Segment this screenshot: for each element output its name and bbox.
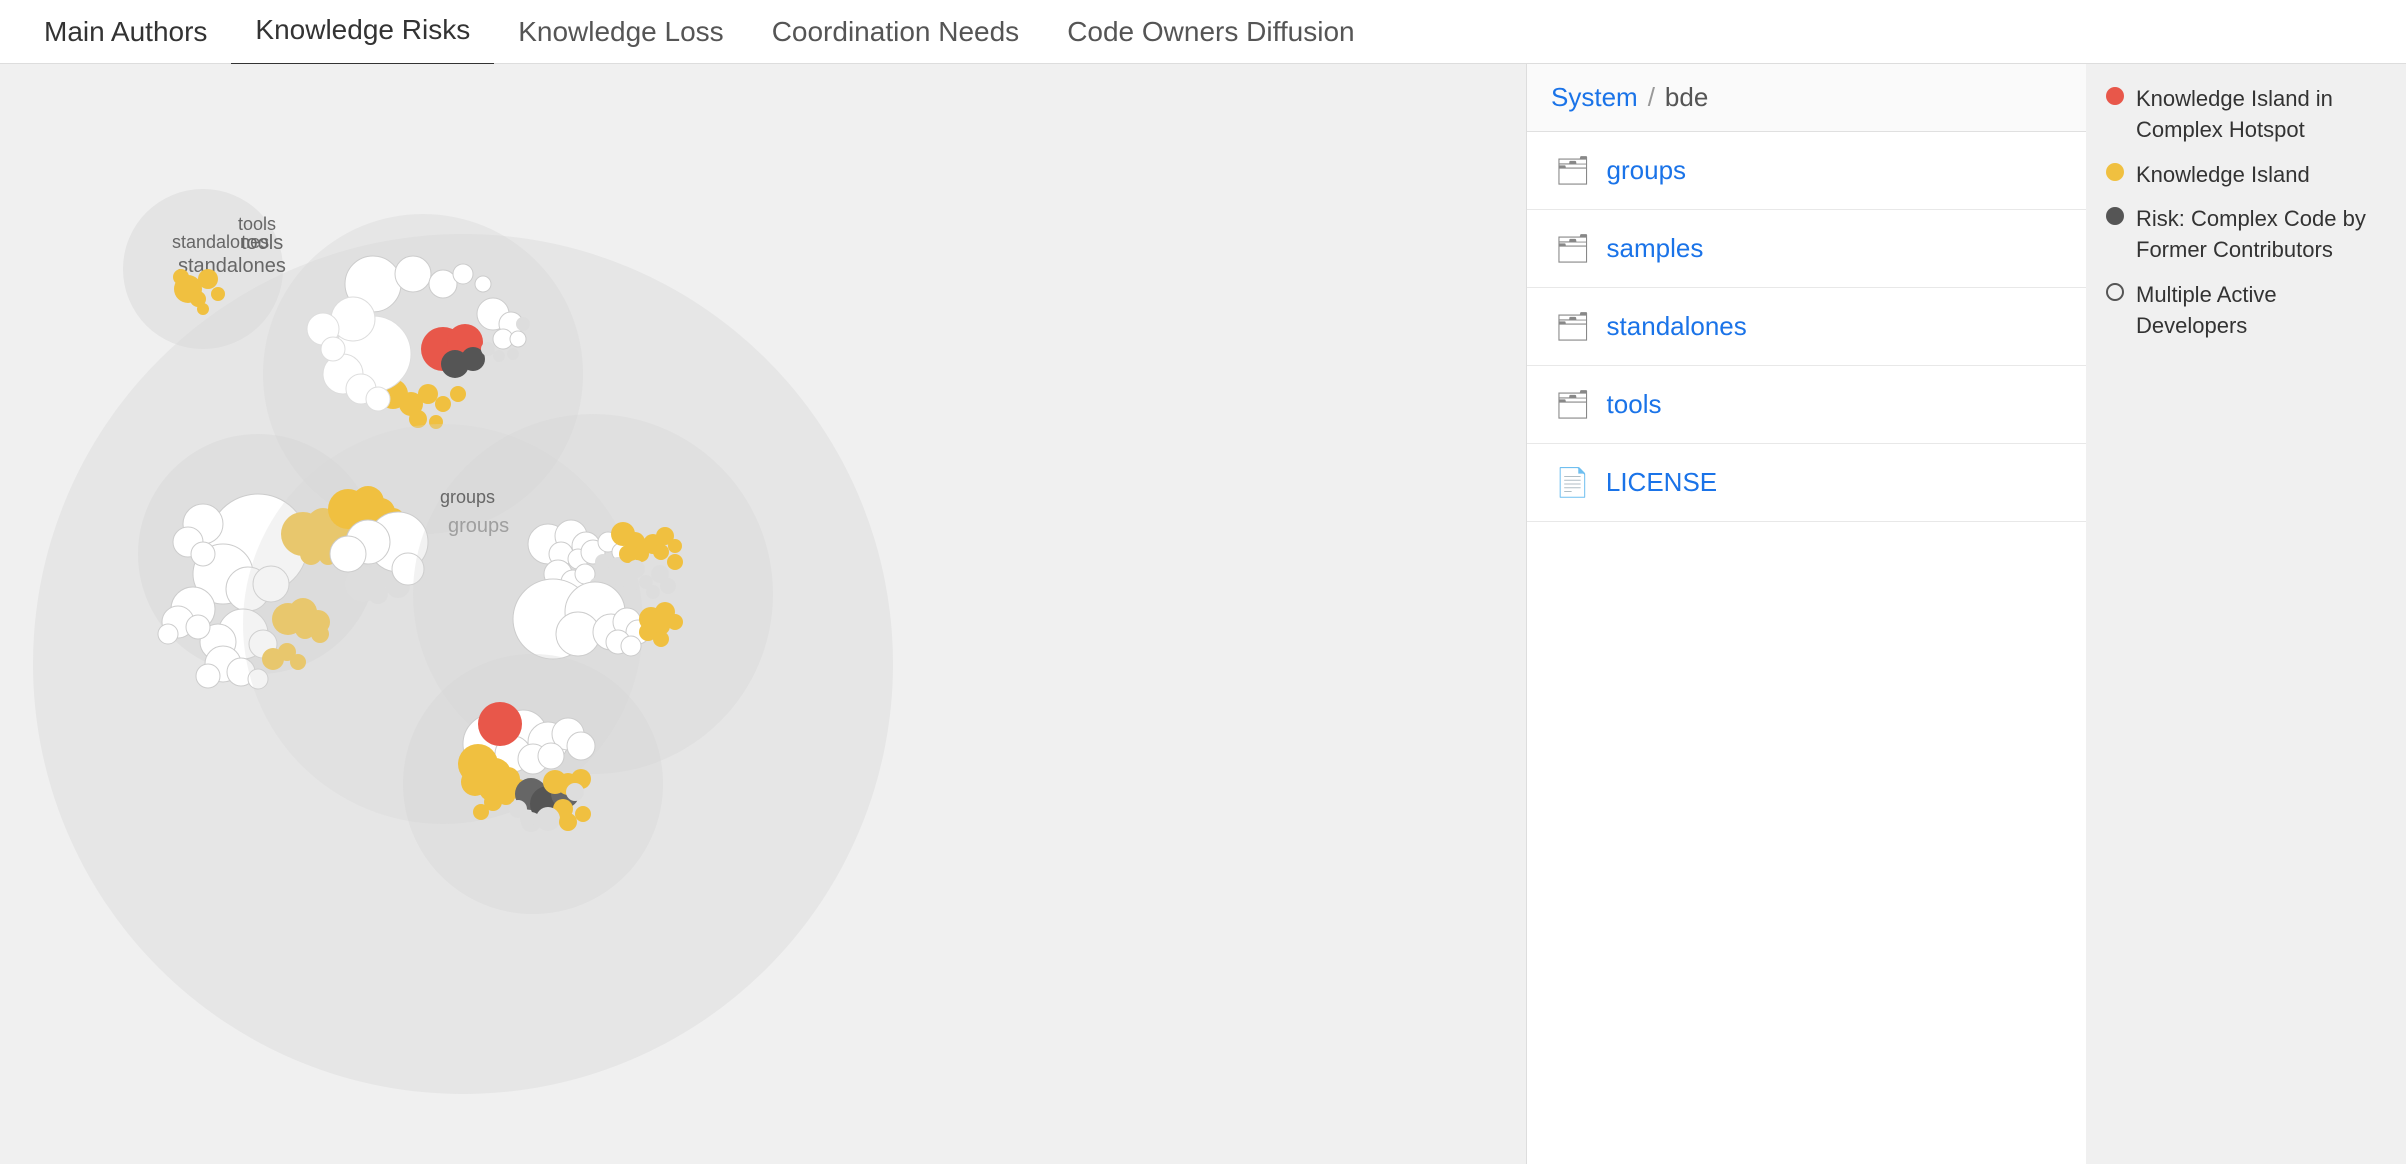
- file-item-samples[interactable]: 🗂 samples: [1527, 210, 2086, 288]
- tab-knowledge-loss[interactable]: Knowledge Loss: [494, 0, 747, 68]
- breadcrumb: System / bde: [1527, 64, 2086, 132]
- legend-item-risk-complex: Risk: Complex Code by Former Contributor…: [2106, 204, 2386, 266]
- legend-label: Knowledge Island: [2136, 160, 2310, 191]
- file-item-groups[interactable]: 🗂 groups: [1527, 132, 2086, 210]
- main-content: tools standalones: [0, 64, 2406, 1164]
- file-name: tools: [1607, 389, 1662, 420]
- document-icon: 📄: [1555, 466, 1590, 499]
- standalones-label: standalones: [172, 232, 269, 253]
- folder-icon: 🗂: [1555, 388, 1591, 421]
- legend-dot-red: [2106, 87, 2124, 105]
- svg-text:standalones: standalones: [178, 255, 286, 277]
- legend-circle-outline: [2106, 283, 2124, 301]
- file-name: LICENSE: [1606, 467, 1717, 498]
- file-item-license[interactable]: 📄 LICENSE: [1527, 444, 2086, 522]
- file-item-standalones[interactable]: 🗂 standalones: [1527, 288, 2086, 366]
- file-item-tools[interactable]: 🗂 tools: [1527, 366, 2086, 444]
- folder-icon: 🗂: [1555, 154, 1591, 187]
- legend-label: Multiple Active Developers: [2136, 280, 2386, 342]
- nav-bar: Main Authors Knowledge Risks Knowledge L…: [0, 0, 2406, 64]
- file-panel: System / bde 🗂 groups 🗂 samples 🗂 standa…: [1526, 64, 2086, 1164]
- breadcrumb-current: bde: [1665, 82, 1708, 113]
- tab-knowledge-risks[interactable]: Knowledge Risks: [231, 0, 494, 69]
- legend-dot-yellow: [2106, 163, 2124, 181]
- breadcrumb-system-link[interactable]: System: [1551, 82, 1638, 113]
- legend-item-knowledge-island: Knowledge Island: [2106, 160, 2386, 191]
- tab-code-owners-diffusion[interactable]: Code Owners Diffusion: [1043, 0, 1378, 68]
- tab-coordination-needs[interactable]: Coordination Needs: [748, 0, 1044, 68]
- visualization-area[interactable]: tools standalones: [0, 64, 1526, 1164]
- legend-label: Risk: Complex Code by Former Contributor…: [2136, 204, 2386, 266]
- legend-panel: Knowledge Island in Complex Hotspot Know…: [2086, 64, 2406, 1164]
- tab-main-authors[interactable]: Main Authors: [20, 0, 231, 68]
- folder-icon: 🗂: [1555, 310, 1591, 343]
- folder-icon: 🗂: [1555, 232, 1591, 265]
- legend-label: Knowledge Island in Complex Hotspot: [2136, 84, 2386, 146]
- file-name: groups: [1607, 155, 1687, 186]
- breadcrumb-separator: /: [1648, 82, 1655, 113]
- legend-item-knowledge-island-complex: Knowledge Island in Complex Hotspot: [2106, 84, 2386, 146]
- groups-label: groups: [440, 487, 495, 508]
- legend-dot-dark: [2106, 207, 2124, 225]
- file-name: standalones: [1607, 311, 1747, 342]
- file-name: samples: [1607, 233, 1704, 264]
- legend-item-multiple-active: Multiple Active Developers: [2106, 280, 2386, 342]
